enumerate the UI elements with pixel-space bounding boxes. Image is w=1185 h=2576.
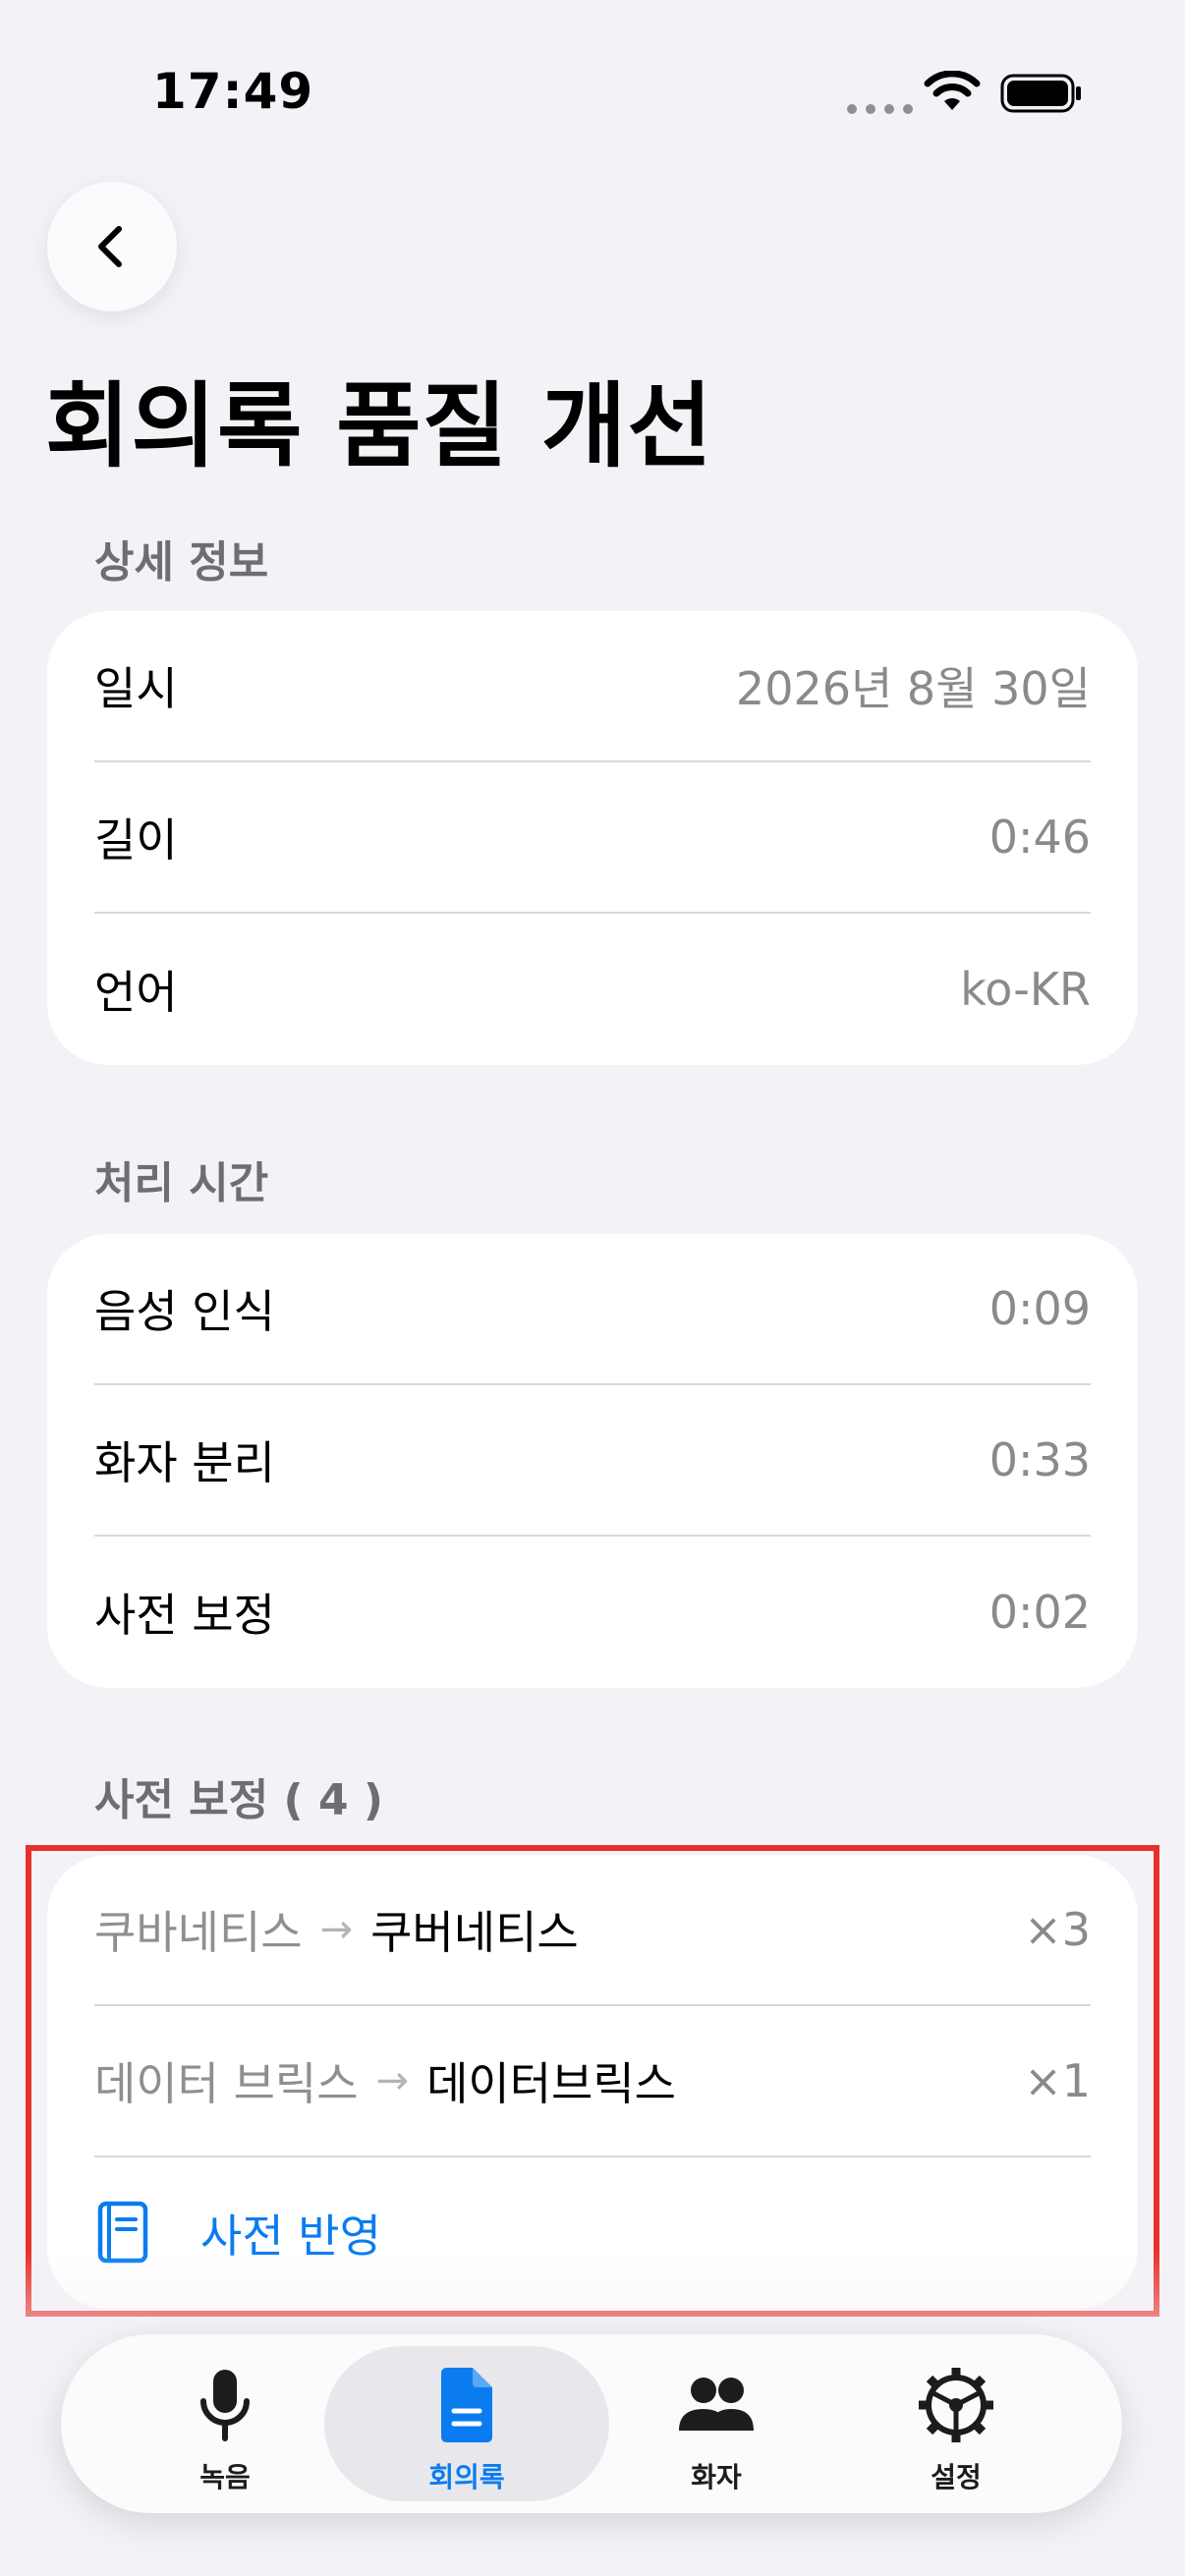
mic-icon (200, 2370, 250, 2441)
detail-row-length: 길이 0:46 (94, 762, 1091, 914)
back-button[interactable] (47, 182, 177, 311)
row-value: 0:46 (988, 811, 1091, 864)
tab-minutes[interactable]: 회의록 (324, 2346, 609, 2501)
document-icon (441, 2368, 492, 2442)
corrections-section-title: 사전 보정 ( 4 ) (94, 1775, 384, 1825)
tab-label: 회의록 (428, 2461, 505, 2493)
tab-label: 녹음 (199, 2461, 251, 2493)
processing-row-dictionary: 사전 보정 0:02 (94, 1537, 1091, 1688)
tab-bar: 녹음 회의록 화자 설정 (61, 2334, 1122, 2513)
processing-row-diarization: 화자 분리 0:33 (94, 1385, 1091, 1537)
row-label: 언어 (94, 966, 178, 1019)
row-value: ko-KR (960, 963, 1091, 1016)
row-value: 0:09 (988, 1282, 1091, 1335)
people-icon (679, 2378, 754, 2431)
row-label: 길이 (94, 813, 178, 867)
row-value: 0:02 (988, 1586, 1091, 1639)
row-value: 0:33 (988, 1433, 1091, 1486)
gear-icon (919, 2368, 993, 2442)
row-label: 사전 보정 (94, 1589, 275, 1642)
highlight-box (26, 1845, 1159, 2317)
processing-section-title: 처리 시간 (94, 1158, 269, 1208)
page-title: 회의록 품질 개선 (45, 373, 713, 480)
wifi-icon (924, 71, 981, 110)
details-card: 일시 2026년 8월 30일 길이 0:46 언어 ko-KR (47, 611, 1138, 1065)
screen: 17:49 회의록 품질 개선 상세 정보 일시 2026년 8월 30일 길이… (0, 0, 1185, 2576)
battery-icon (1000, 74, 1081, 113)
tab-label: 설정 (931, 2461, 982, 2493)
row-label: 화자 분리 (94, 1436, 275, 1489)
processing-row-stt: 음성 인식 0:09 (94, 1234, 1091, 1385)
row-label: 일시 (94, 662, 178, 715)
row-value: 2026년 8월 30일 (735, 662, 1091, 715)
status-time: 17:49 (152, 63, 314, 120)
row-label: 음성 인식 (94, 1285, 275, 1338)
chevron-left-icon (98, 226, 122, 267)
signal-dots-icon (847, 104, 913, 114)
tab-settings[interactable]: 설정 (814, 2346, 1099, 2501)
detail-row-date: 일시 2026년 8월 30일 (94, 611, 1091, 762)
detail-row-language: 언어 ko-KR (94, 914, 1091, 1065)
processing-card: 음성 인식 0:09 화자 분리 0:33 사전 보정 0:02 (47, 1234, 1138, 1688)
details-section-title: 상세 정보 (94, 537, 269, 588)
tab-label: 화자 (691, 2461, 742, 2493)
